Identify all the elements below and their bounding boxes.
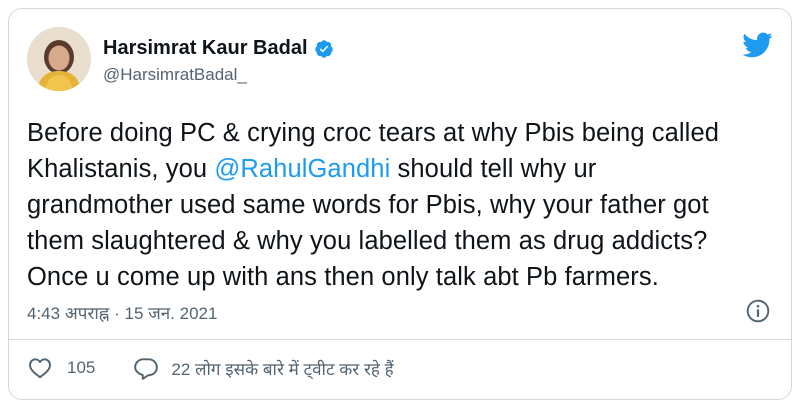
author-handle[interactable]: @HarsimratBadal_	[103, 65, 247, 85]
info-icon[interactable]	[745, 298, 771, 324]
author-name[interactable]: Harsimrat Kaur Badal	[103, 37, 308, 60]
heart-icon	[29, 358, 51, 379]
verified-badge-icon	[314, 39, 333, 58]
reply-bubble-icon	[134, 358, 159, 380]
tweet-line-2: Khalistanis, you @RahulGandhi should tel…	[27, 151, 787, 187]
tweet-actions: 105 22 लोग इसके बारे में ट्वीट कर रहे है…	[27, 355, 394, 381]
tweet-line-3: grandmother used same words for Pbis, wh…	[27, 191, 709, 219]
tweet-line-2-end: should tell why ur	[390, 155, 597, 183]
tweet-card: Harsimrat Kaur Badal @HarsimratBadal_ Be…	[8, 8, 792, 400]
conversation-button[interactable]: 22 लोग इसके बारे में ट्वीट कर रहे हैं	[133, 355, 394, 381]
divider	[9, 339, 791, 340]
tweet-line-1: Before doing PC & crying croc tears at w…	[27, 119, 720, 147]
twitter-bird-icon[interactable]	[741, 29, 773, 61]
like-count: 105	[67, 358, 96, 377]
like-button[interactable]: 105	[27, 355, 95, 381]
tweet-text: Before doing PC & crying croc tears at w…	[27, 115, 787, 295]
author-name-row[interactable]: Harsimrat Kaur Badal	[103, 37, 334, 60]
conversation-label: 22 लोग इसके बारे में ट्वीट कर रहे हैं	[171, 359, 394, 379]
mention-link[interactable]: @RahulGandhi	[214, 155, 390, 183]
avatar[interactable]	[27, 27, 91, 91]
tweet-line-4: them slaughtered & why you labelled them…	[27, 227, 708, 255]
tweet-line-5: Once u come up with ans then only talk a…	[27, 263, 659, 291]
tweet-line-2-start: Khalistanis, you	[27, 155, 215, 183]
tweet-timestamp[interactable]: 4:43 अपराह्न · 15 जन. 2021	[27, 301, 217, 324]
